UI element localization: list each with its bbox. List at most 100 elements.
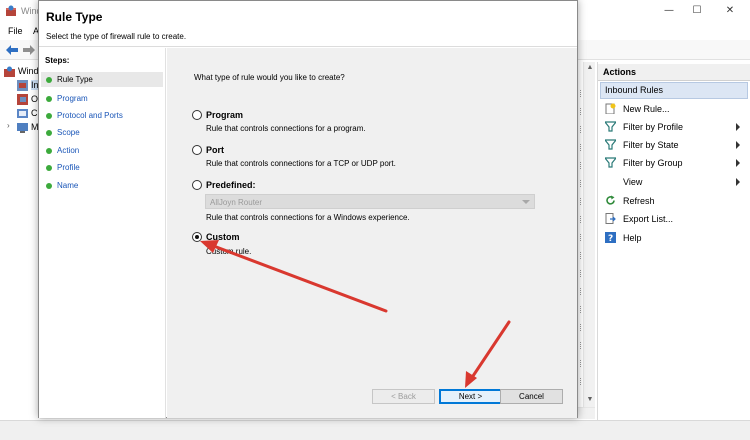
option-predefined[interactable]: Predefined:: [192, 179, 552, 193]
option-program[interactable]: Program: [192, 109, 552, 123]
forward-arrow-icon[interactable]: [22, 44, 36, 56]
step-action[interactable]: Action: [41, 143, 163, 158]
submenu-arrow-icon: [736, 141, 740, 149]
cancel-button[interactable]: Cancel: [500, 389, 563, 404]
action-label: Refresh: [623, 196, 655, 206]
step-dot-icon: [46, 148, 52, 154]
action-label: View: [623, 177, 643, 187]
firewall-icon: [6, 5, 16, 16]
tree-label: O: [31, 94, 39, 104]
maximize-button[interactable]: ☐: [683, 3, 711, 19]
step-label: Profile: [57, 163, 80, 172]
step-label: Protocol and Ports: [57, 111, 123, 120]
actions-section-inbound-rules[interactable]: Inbound Rules: [600, 82, 748, 99]
menu-file[interactable]: File: [8, 26, 23, 36]
submenu-arrow-icon: [736, 123, 740, 131]
rule-type-question: What type of rule would you like to crea…: [194, 73, 345, 82]
svg-text:?: ?: [608, 234, 613, 243]
step-profile[interactable]: Profile: [41, 160, 163, 175]
next-button[interactable]: Next >: [439, 389, 502, 404]
option-port[interactable]: Port: [192, 144, 552, 158]
step-protocol-and-ports[interactable]: Protocol and Ports: [41, 108, 163, 123]
minimize-button[interactable]: —: [655, 3, 683, 19]
wizard-subtitle: Select the type of firewall rule to crea…: [46, 32, 187, 41]
chevron-down-icon: [522, 200, 530, 204]
port-radio[interactable]: [192, 145, 202, 155]
option-label: Program: [206, 110, 244, 120]
export-icon: [605, 213, 616, 224]
step-dot-icon: [46, 113, 52, 119]
new-rule-icon: [605, 103, 616, 114]
list-vertical-scrollbar[interactable]: ▲ ▼: [583, 62, 595, 407]
action-label: Filter by Profile: [623, 122, 684, 132]
submenu-arrow-icon: [736, 178, 740, 186]
wizard-content: What type of rule would you like to crea…: [167, 48, 577, 418]
console-statusbar: [0, 420, 750, 440]
step-label: Name: [57, 181, 79, 190]
action-filter-by-profile[interactable]: Filter by Profile: [598, 119, 748, 135]
expand-chevron-icon[interactable]: ›: [7, 121, 10, 130]
actions-pane: Actions Inbound Rules New Rule... Filter…: [597, 62, 750, 420]
back-arrow-icon[interactable]: [5, 44, 19, 56]
predefined-radio[interactable]: [192, 180, 202, 190]
outbound-rules-icon: [17, 94, 28, 105]
step-dot-icon: [46, 183, 52, 189]
action-export-list[interactable]: Export List...: [598, 211, 748, 227]
step-label: Action: [57, 146, 80, 155]
action-label: Export List...: [623, 214, 674, 224]
scroll-up-arrow-icon[interactable]: ▲: [584, 62, 596, 74]
step-name[interactable]: Name: [41, 178, 163, 193]
wizard-steps-panel: Steps: Rule Type Program Protocol and Po…: [39, 48, 166, 418]
predefined-select-value: AllJoyn Router: [210, 198, 263, 207]
predefined-select[interactable]: AllJoyn Router: [205, 194, 535, 209]
action-label: Help: [623, 233, 642, 243]
filter-icon: [605, 121, 616, 132]
step-program[interactable]: Program: [41, 91, 163, 106]
refresh-icon: [606, 195, 615, 205]
monitoring-icon: [17, 123, 28, 133]
step-dot-icon: [46, 165, 52, 171]
action-label: Filter by State: [623, 140, 679, 150]
help-icon: ?: [605, 232, 616, 243]
action-filter-by-group[interactable]: Filter by Group: [598, 155, 748, 171]
step-scope[interactable]: Scope: [41, 125, 163, 140]
tree-label: C: [31, 108, 38, 118]
action-label: Filter by Group: [623, 158, 683, 168]
step-rule-type[interactable]: Rule Type: [41, 72, 163, 87]
action-view[interactable]: View: [598, 174, 748, 190]
action-filter-by-state[interactable]: Filter by State: [598, 137, 748, 153]
submenu-arrow-icon: [736, 159, 740, 167]
option-label: Port: [206, 145, 224, 155]
new-inbound-rule-wizard: Rule Type Select the type of firewall ru…: [38, 0, 578, 418]
option-predefined-desc: Rule that controls connections for a Win…: [206, 213, 410, 222]
option-label: Custom: [206, 232, 240, 242]
program-radio[interactable]: [192, 110, 202, 120]
filter-icon: [605, 157, 616, 168]
wizard-header: Rule Type Select the type of firewall ru…: [39, 1, 577, 47]
option-port-desc: Rule that controls connections for a TCP…: [206, 159, 396, 168]
option-custom[interactable]: Custom: [192, 231, 552, 245]
wizard-title: Rule Type: [46, 10, 103, 24]
console-tree: Wind In O C › M: [0, 62, 40, 417]
steps-label: Steps:: [45, 56, 70, 65]
step-dot-icon: [46, 77, 52, 83]
inbound-rules-icon: [17, 80, 28, 91]
tree-item-root[interactable]: Wind: [4, 65, 40, 78]
action-new-rule[interactable]: New Rule...: [598, 101, 748, 117]
custom-radio[interactable]: [192, 232, 202, 242]
step-label: Rule Type: [57, 75, 93, 84]
step-label: Scope: [57, 128, 80, 137]
step-dot-icon: [46, 130, 52, 136]
connection-security-icon: [17, 109, 28, 118]
filter-icon: [605, 139, 616, 150]
action-help[interactable]: ? Help: [598, 230, 748, 246]
step-dot-icon: [46, 96, 52, 102]
step-label: Program: [57, 94, 88, 103]
close-button[interactable]: ✕: [716, 3, 744, 19]
option-program-desc: Rule that controls connections for a pro…: [206, 124, 366, 133]
back-button[interactable]: < Back: [372, 389, 435, 404]
action-refresh[interactable]: Refresh: [598, 193, 748, 209]
option-custom-desc: Custom rule.: [206, 247, 252, 256]
action-label: New Rule...: [623, 104, 670, 114]
scroll-down-arrow-icon[interactable]: ▼: [584, 394, 596, 406]
